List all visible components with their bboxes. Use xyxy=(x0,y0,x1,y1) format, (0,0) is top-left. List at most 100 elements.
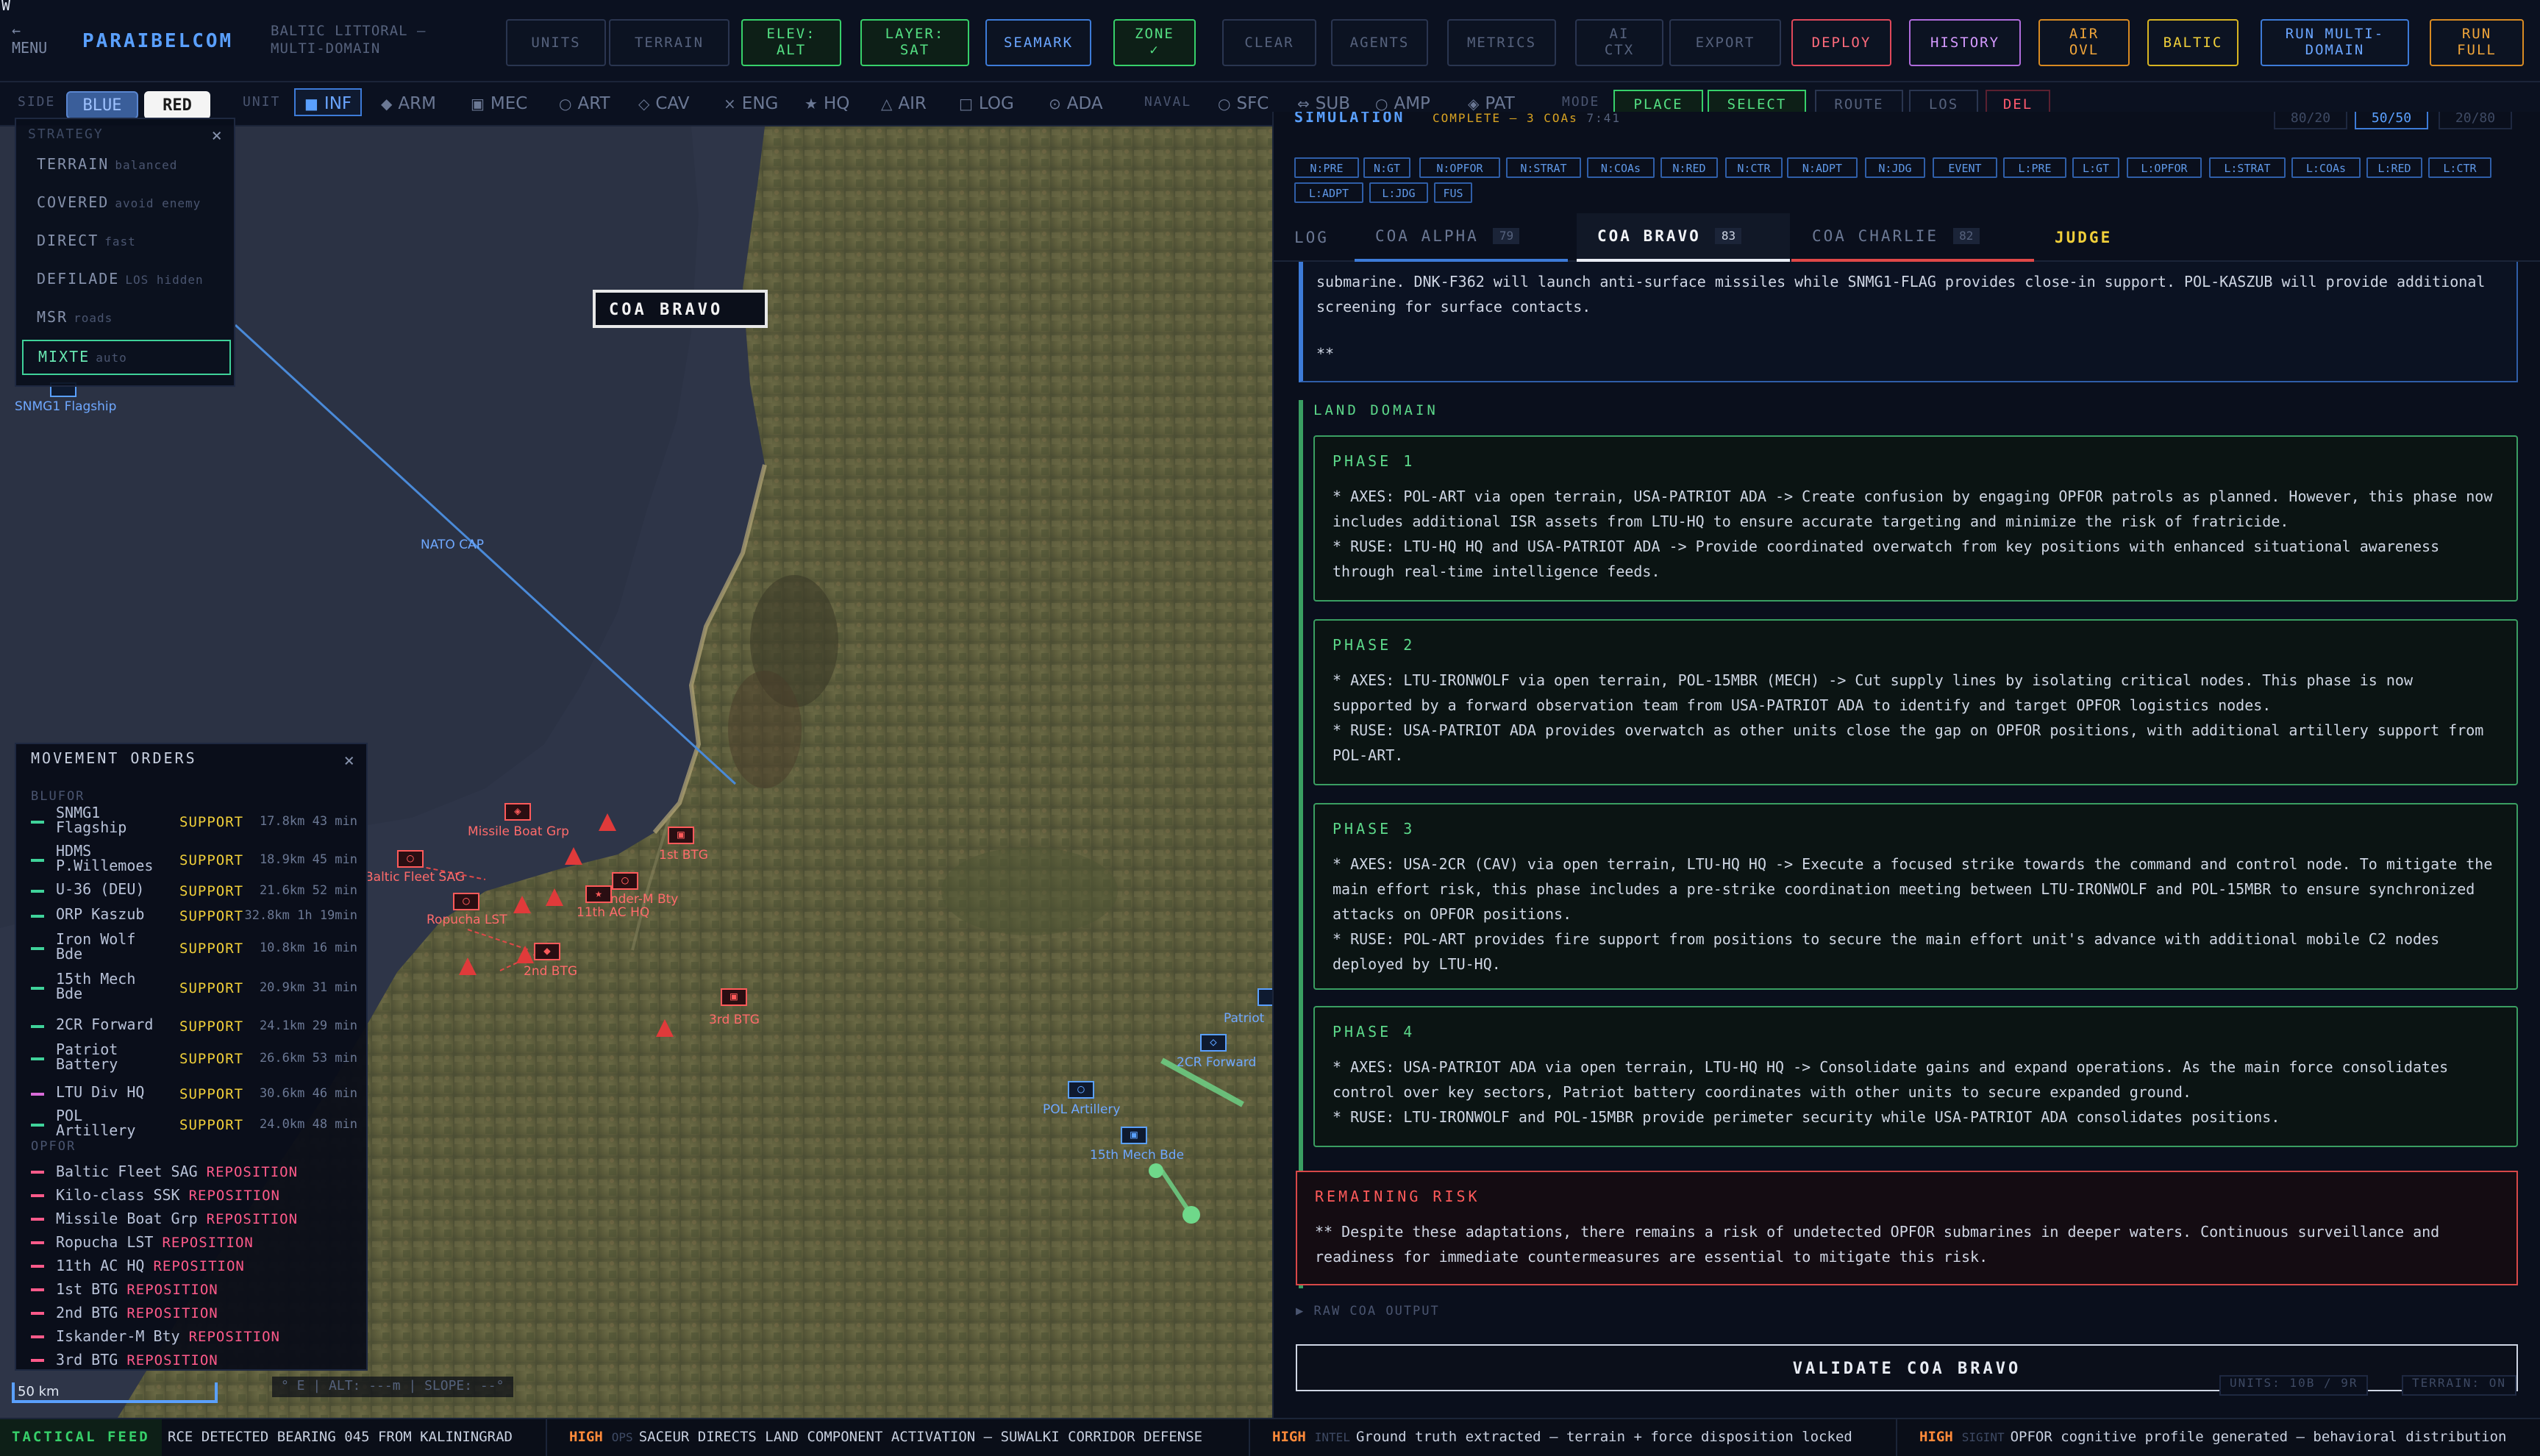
pipeline-chip[interactable]: L:CTR xyxy=(2428,157,2491,178)
unit-marker-missile-boat[interactable]: ◈ xyxy=(504,803,531,821)
movement-orders-close-icon[interactable]: × xyxy=(344,750,354,771)
strategy-option-msr[interactable]: MSR roads xyxy=(22,301,231,337)
pipeline-chip[interactable]: EVENT xyxy=(1933,157,1997,178)
side-blue-button[interactable]: BLUE xyxy=(66,91,138,119)
pipeline-chip[interactable]: N:JDG xyxy=(1865,157,1925,178)
toolbar-button-air-ovl[interactable]: AIR OVL xyxy=(2038,19,2130,66)
pipeline-chip[interactable]: L:STRAT xyxy=(2209,157,2286,178)
pipeline-chip[interactable]: L:JDG xyxy=(1369,182,1428,203)
unit-marker-15mech[interactable]: ▣ xyxy=(1121,1127,1147,1144)
toolbar-button-agents[interactable]: AGENTS xyxy=(1331,19,1428,66)
ratio-button-0[interactable]: 80/20 xyxy=(2274,112,2347,129)
unit-button-log[interactable]: □ LOG xyxy=(959,93,1014,113)
unit-marker-2nd-btg[interactable]: ◆ xyxy=(534,943,560,960)
toolbar-button-clear[interactable]: CLEAR xyxy=(1222,19,1316,66)
toolbar-button-run-multi-domain[interactable]: RUN MULTI- DOMAIN xyxy=(2261,19,2409,66)
strategy-option-mixte[interactable]: MIXTE auto xyxy=(22,340,231,375)
pipeline-chip[interactable]: N:GT xyxy=(1363,157,1410,178)
unit-marker-2cr[interactable]: ◇ xyxy=(1200,1034,1227,1052)
unit-button-arm[interactable]: ◆ ARM xyxy=(381,93,436,113)
toolbar-button-zone[interactable]: ZONE ✓ xyxy=(1113,19,1196,66)
toolbar-button-terrain[interactable]: TERRAIN xyxy=(609,19,729,66)
opfor-order-row[interactable]: Baltic Fleet SAG REPOSITION xyxy=(31,1159,366,1185)
unit-button-cav[interactable]: ◇ CAV xyxy=(638,93,689,113)
unit-marker-ropucha[interactable]: ○ xyxy=(453,893,479,910)
unit-button-inf[interactable]: ■ INF xyxy=(294,88,363,116)
opfor-order-row[interactable]: 1st BTG REPOSITION xyxy=(31,1277,366,1303)
naval-button-sfc[interactable]: ○ SFC xyxy=(1218,93,1269,113)
blufor-order-row[interactable]: Patriot Battery SUPPORT 26.6km 53 min xyxy=(31,1043,366,1073)
unit-marker-patriot[interactable] xyxy=(1257,988,1272,1006)
opfor-order-row[interactable]: Ropucha LST REPOSITION xyxy=(31,1230,366,1256)
pipeline-chip[interactable]: FUS xyxy=(1434,182,1472,203)
blufor-order-row[interactable]: SNMG1 Flagship SUPPORT 17.8km 43 min xyxy=(31,807,366,836)
tab-judge[interactable]: JUDGE xyxy=(2034,213,2152,262)
menu-button[interactable]: ← MENU xyxy=(12,24,47,59)
pipeline-chip[interactable]: L:GT xyxy=(2072,157,2119,178)
unit-button-eng[interactable]: × ENG xyxy=(724,93,778,113)
unit-button-ada[interactable]: ⊙ ADA xyxy=(1049,93,1103,113)
pipeline-chip[interactable]: L:RED xyxy=(2366,157,2422,178)
toolbar-button-units[interactable]: UNITS xyxy=(506,19,606,66)
toolbar-button-layer-sat[interactable]: LAYER: SAT xyxy=(860,19,969,66)
unit-marker-11th-hq[interactable]: ★ xyxy=(585,885,612,903)
blufor-order-row[interactable]: U-36 (DEU) SUPPORT 21.6km 52 min xyxy=(31,878,366,904)
ratio-button-1[interactable]: 50/50 xyxy=(2355,112,2428,129)
pipeline-chip[interactable]: N:OPFOR xyxy=(1419,157,1500,178)
tab-coa-charlie[interactable]: COA CHARLIE 82 xyxy=(1791,213,2034,262)
toolbar-button-run-full[interactable]: RUN FULL xyxy=(2430,19,2524,66)
strategy-option-terrain[interactable]: TERRAIN balanced xyxy=(22,149,231,184)
opfor-order-row[interactable]: Iskander-M Bty REPOSITION xyxy=(31,1324,366,1350)
unit-marker-baltic-sag[interactable]: ○ xyxy=(397,850,424,868)
toolbar-button-deploy[interactable]: DEPLOY xyxy=(1791,19,1891,66)
ratio-button-2[interactable]: 20/80 xyxy=(2439,112,2512,129)
naval-button-pat[interactable]: ◈ PAT xyxy=(1468,93,1515,113)
toolbar-button-baltic[interactable]: BALTIC xyxy=(2147,19,2238,66)
tab-coa-bravo[interactable]: COA BRAVO 83 xyxy=(1577,213,1790,262)
strategy-close-icon[interactable]: × xyxy=(212,125,222,146)
opfor-order-row[interactable]: 2nd BTG REPOSITION xyxy=(31,1300,366,1327)
unit-button-art[interactable]: ○ ART xyxy=(559,93,610,113)
opfor-order-row[interactable]: 3rd BTG REPOSITION xyxy=(31,1347,366,1374)
naval-button-amp[interactable]: ○ AMP xyxy=(1375,93,1430,113)
unit-marker-1st-btg[interactable]: ▣ xyxy=(668,827,694,844)
toolbar-button-elev-alt[interactable]: ELEV: ALT xyxy=(741,19,841,66)
tab-coa-alpha[interactable]: COA ALPHA 79 xyxy=(1355,213,1568,262)
blufor-order-row[interactable]: ORP Kaszub SUPPORT 32.8km 1h 19min xyxy=(31,903,366,929)
blufor-order-row[interactable]: HDMS P.Willemoes SUPPORT 18.9km 45 min xyxy=(31,845,366,874)
pipeline-chip[interactable]: N:COAs xyxy=(1587,157,1655,178)
unit-marker-pol-art[interactable]: ○ xyxy=(1068,1081,1094,1099)
opfor-order-row[interactable]: Missile Boat Grp REPOSITION xyxy=(31,1206,366,1232)
blufor-order-row[interactable]: POL Artillery SUPPORT 24.0km 48 min xyxy=(31,1110,366,1139)
blufor-order-row[interactable]: LTU Div HQ SUPPORT 30.6km 46 min xyxy=(31,1081,366,1107)
unit-button-mec[interactable]: ▣ MEC xyxy=(471,93,527,113)
pipeline-chip[interactable]: N:PRE xyxy=(1294,157,1359,178)
pipeline-chip[interactable]: N:STRAT xyxy=(1506,157,1581,178)
unit-button-air[interactable]: △ AIR xyxy=(881,93,927,113)
pipeline-chip[interactable]: L:COAs xyxy=(2291,157,2361,178)
pipeline-chip[interactable]: L:OPFOR xyxy=(2127,157,2202,178)
unit-marker-iskander[interactable]: ○ xyxy=(612,872,638,890)
opfor-order-row[interactable]: 11th AC HQ REPOSITION xyxy=(31,1253,366,1280)
blufor-order-row[interactable]: 2CR Forward SUPPORT 24.1km 29 min xyxy=(31,1013,366,1040)
blufor-order-row[interactable]: Iron Wolf Bde SUPPORT 10.8km 16 min xyxy=(31,933,366,963)
toolbar-button-export[interactable]: EXPORT xyxy=(1669,19,1781,66)
pipeline-chip[interactable]: N:ADPT xyxy=(1787,157,1858,178)
pipeline-chip[interactable]: L:ADPT xyxy=(1294,182,1363,203)
toolbar-button-history[interactable]: HISTORY xyxy=(1909,19,2021,66)
side-red-button[interactable]: RED xyxy=(144,91,210,119)
strategy-option-direct[interactable]: DIRECT fast xyxy=(22,225,231,260)
unit-button-hq[interactable]: ★ HQ xyxy=(805,93,849,113)
raw-output-toggle[interactable]: ▶ RAW COA OUTPUT xyxy=(1296,1305,1440,1319)
pipeline-chip[interactable]: N:RED xyxy=(1660,157,1718,178)
strategy-option-covered[interactable]: COVERED avoid enemy xyxy=(22,187,231,222)
toolbar-button-metrics[interactable]: METRICS xyxy=(1447,19,1556,66)
strategy-option-defilade[interactable]: DEFILADE LOS hidden xyxy=(22,263,231,299)
tab-log[interactable]: LOG xyxy=(1274,213,1355,262)
opfor-order-row[interactable]: Kilo-class SSK REPOSITION xyxy=(31,1182,366,1209)
toolbar-button-seamark[interactable]: SEAMARK xyxy=(985,19,1091,66)
blufor-order-row[interactable]: 15th Mech Bde SUPPORT 20.9km 31 min xyxy=(31,973,366,1002)
naval-button-sub[interactable]: ⇔ SUB xyxy=(1297,93,1350,113)
unit-marker-3rd-btg[interactable]: ▣ xyxy=(721,988,747,1006)
pipeline-chip[interactable]: N:CTR xyxy=(1725,157,1783,178)
